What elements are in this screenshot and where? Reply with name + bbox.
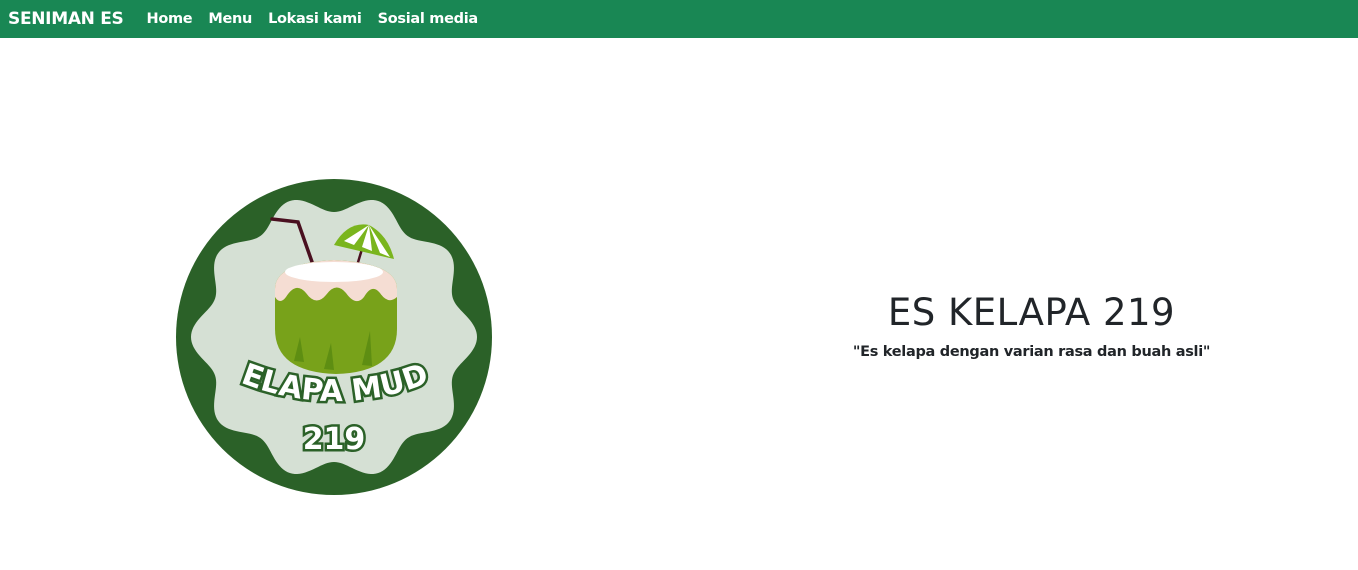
navbar: SENIMAN ES Home Menu Lokasi kami Sosial …	[0, 0, 1358, 38]
hero-title: ES KELAPA 219	[887, 291, 1176, 334]
nav-link-lokasi[interactable]: Lokasi kami	[268, 11, 362, 27]
coconut-icon	[275, 260, 397, 374]
logo-text-line2: 219	[303, 422, 366, 457]
nav-link-home[interactable]: Home	[147, 11, 193, 27]
hero: ES KELAPA 219 "Es kelapa dengan varian r…	[800, 290, 1263, 360]
nav-link-menu[interactable]: Menu	[208, 11, 252, 27]
logo-image: KELAPA MUDA 219	[162, 150, 492, 495]
hero-tagline: "Es kelapa dengan varian rasa dan buah a…	[852, 344, 1211, 360]
nav-link-sosial-media[interactable]: Sosial media	[378, 11, 479, 27]
brand-link[interactable]: SENIMAN ES	[8, 9, 124, 29]
logo: KELAPA MUDA 219	[162, 150, 492, 495]
